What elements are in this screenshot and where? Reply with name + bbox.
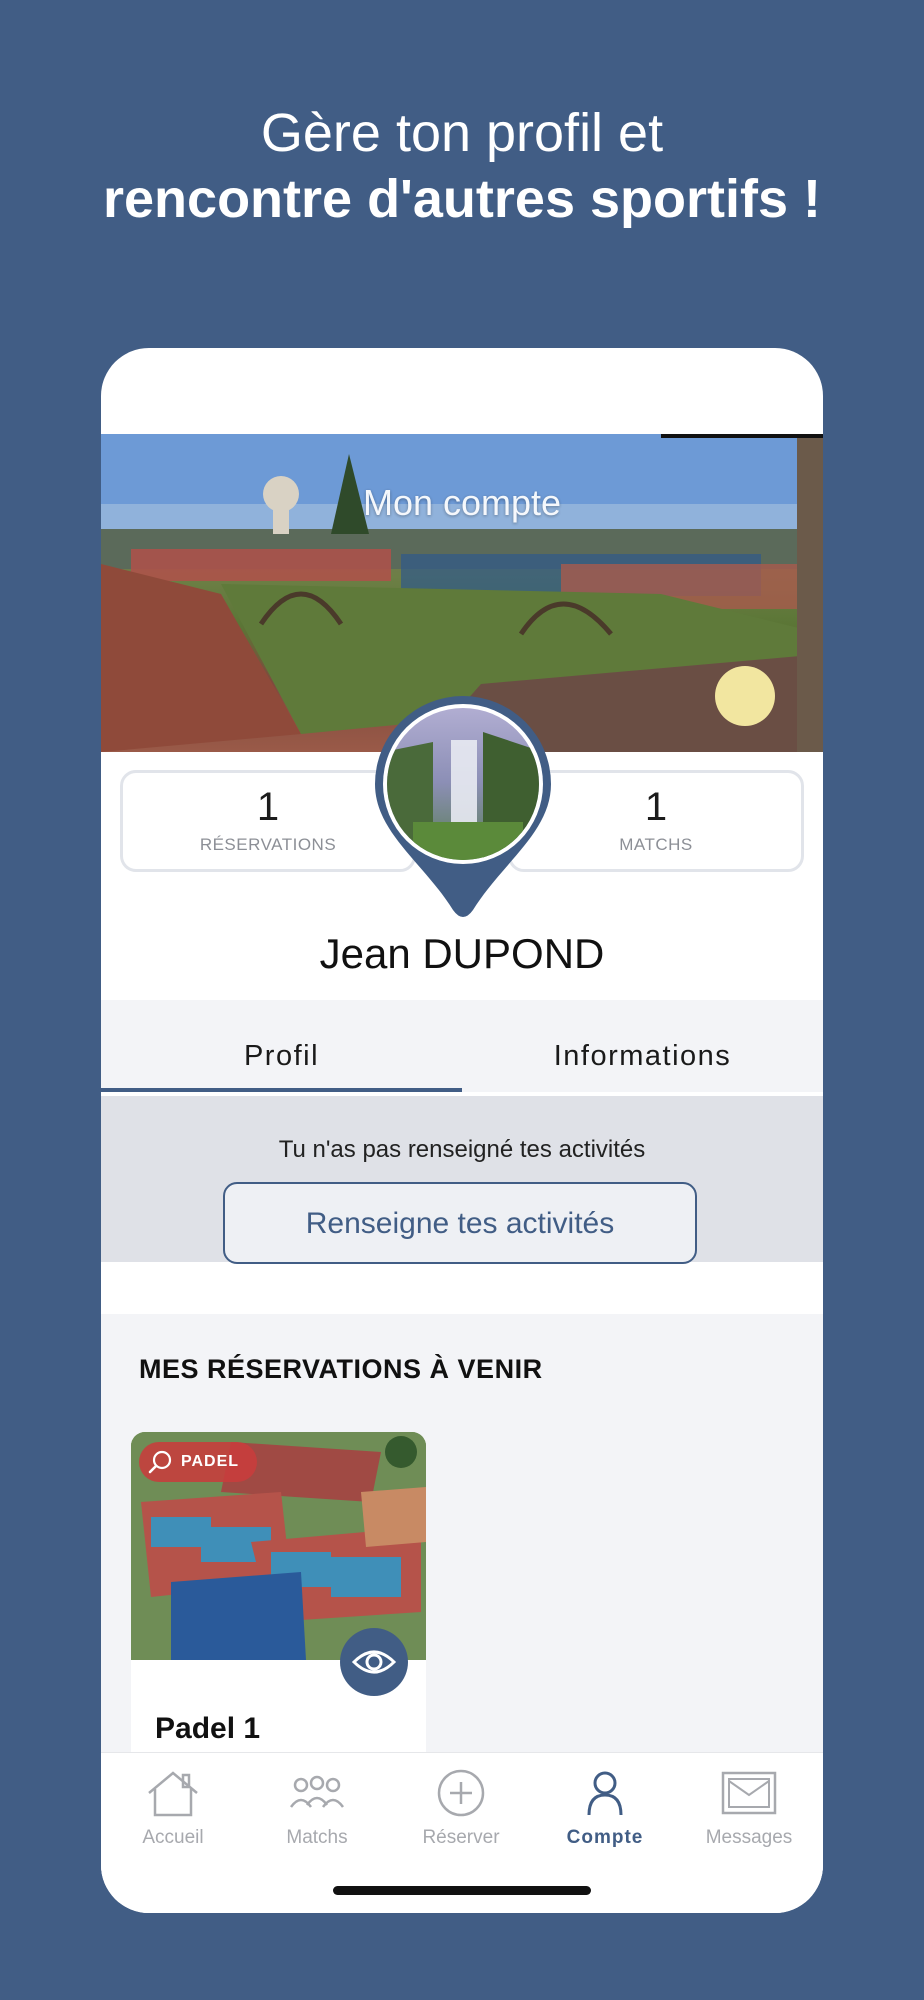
eye-icon (351, 1650, 397, 1674)
nav-messages-label: Messages (705, 1827, 793, 1848)
sport-tag-label: PADEL (181, 1453, 240, 1470)
activities-panel: Tu n'as pas renseigné tes activités Rens… (101, 1096, 823, 1264)
matchs-count: 1 (644, 785, 668, 829)
plus-circle-icon (437, 1769, 485, 1817)
user-name: Jean DUPOND (319, 930, 605, 977)
avatar[interactable] (373, 692, 553, 932)
nav-accueil-label: Accueil (142, 1827, 204, 1848)
phone-screen: Mon compte 1 RÉSERVATIONS 1 MATCHS Jean … (101, 348, 823, 1913)
people-icon (289, 1775, 345, 1808)
matchs-label: MATCHS (619, 835, 693, 854)
sport-tag: PADEL (139, 1442, 258, 1482)
padel-racket-icon (148, 1450, 172, 1474)
headline-line-1: Gère ton profil et (260, 103, 664, 163)
nav-messages[interactable]: Messages (677, 1767, 821, 1877)
headline-line-2: rencontre d'autres sportifs ! (103, 169, 821, 229)
page-title: Mon compte (362, 482, 562, 523)
profile-tabs: Profil Informations (101, 1000, 823, 1092)
activities-empty-message: Tu n'as pas renseigné tes activités (278, 1136, 646, 1163)
home-indicator (333, 1886, 591, 1895)
nav-compte-label: Compte (566, 1827, 644, 1848)
user-icon (587, 1771, 623, 1816)
tab-informations[interactable]: Informations (462, 1000, 823, 1092)
active-tab-indicator (101, 1088, 462, 1092)
nav-accueil[interactable]: Accueil (101, 1767, 245, 1877)
tab-profil[interactable]: Profil (101, 1000, 462, 1092)
reservations-count: 1 (256, 785, 280, 829)
nav-compte[interactable]: Compte (533, 1767, 677, 1877)
nav-matchs-label: Matchs (286, 1827, 348, 1848)
reservation-card[interactable]: PADEL Padel 1 (131, 1432, 426, 1792)
reservation-title: Padel 1 (155, 1712, 261, 1745)
home-icon (148, 1771, 198, 1817)
fill-activities-button[interactable]: Renseigne tes activités (223, 1182, 697, 1264)
nav-reserver-label: Réserver (422, 1827, 500, 1848)
reservations-label: RÉSERVATIONS (199, 835, 337, 854)
reservations-stat[interactable]: 1 RÉSERVATIONS (120, 770, 416, 872)
view-reservation-button[interactable] (340, 1628, 408, 1696)
promo-headline: Gère ton profil et rencontre d'autres sp… (0, 100, 924, 232)
reservations-heading: MES RÉSERVATIONS À VENIR (139, 1354, 543, 1384)
nav-matchs[interactable]: Matchs (245, 1767, 389, 1877)
mail-icon (721, 1771, 777, 1815)
nav-reserver[interactable]: Réserver (389, 1767, 533, 1877)
